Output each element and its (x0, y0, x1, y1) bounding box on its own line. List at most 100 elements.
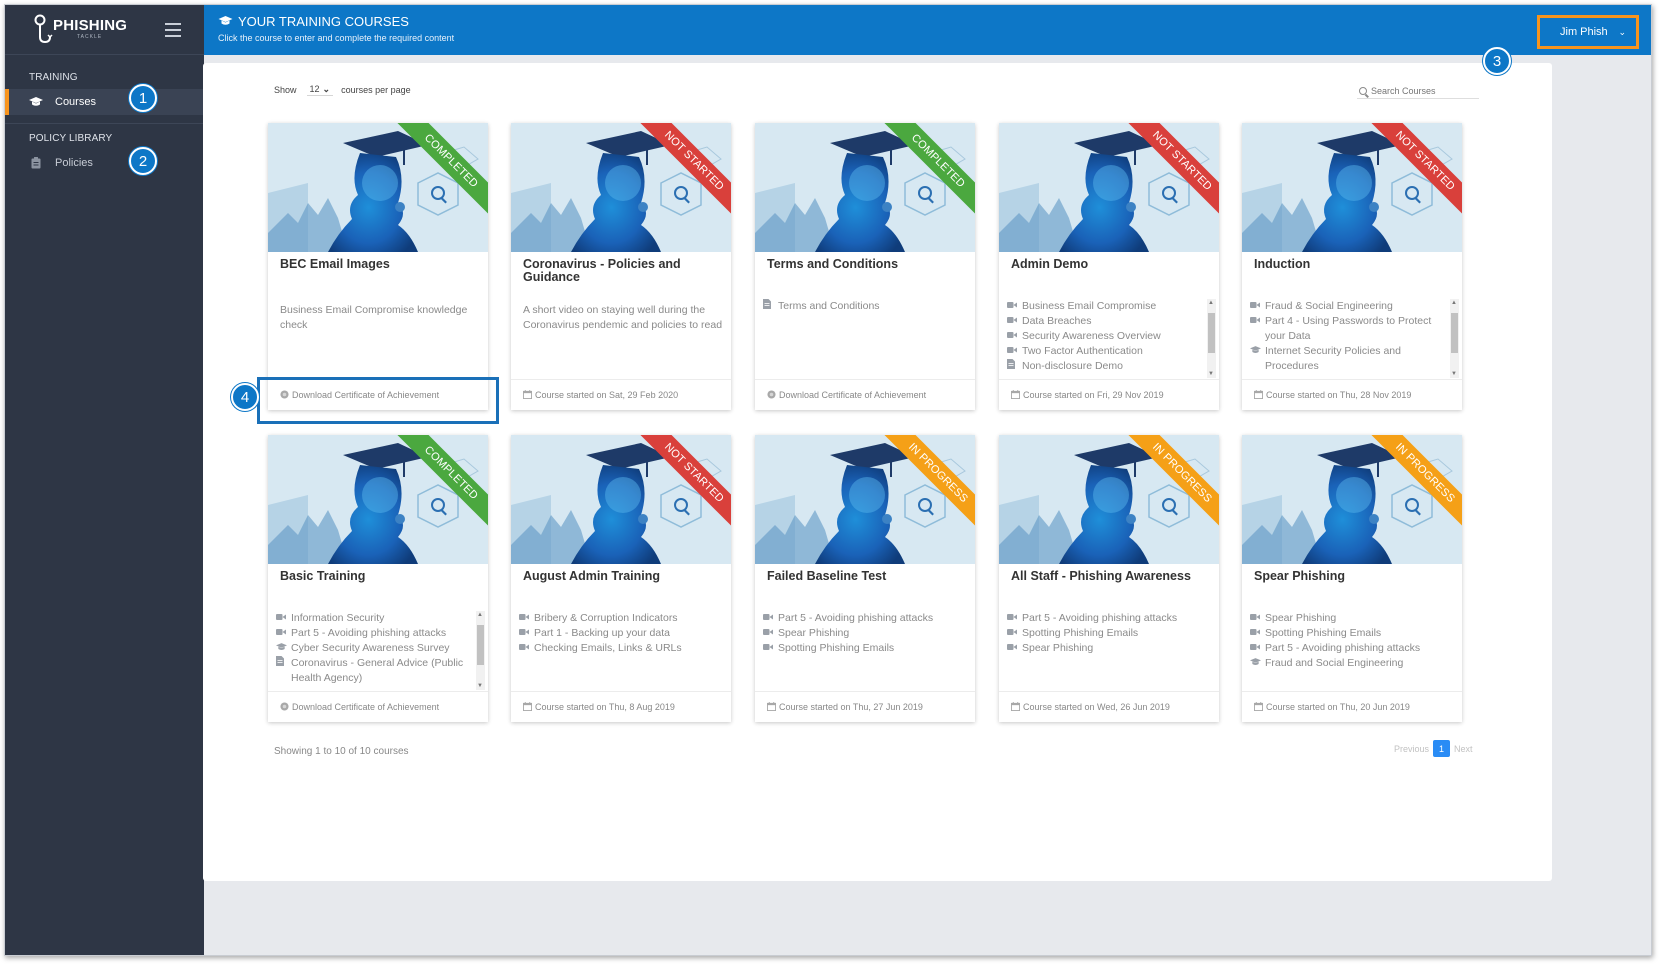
scroll-up-icon[interactable]: ▲ (477, 612, 483, 618)
course-thumbnail-art (268, 435, 488, 564)
list-item[interactable]: Security Awareness Overview (1007, 329, 1205, 344)
course-card[interactable]: IN PROGRESS Failed Baseline Test Part 5 - … (755, 435, 975, 722)
video-icon (1007, 626, 1022, 641)
graduation-cap-icon (29, 97, 43, 107)
course-card[interactable]: COMPLETED BEC Email Images Business Email … (268, 123, 488, 410)
course-thumbnail: COMPLETED (755, 123, 975, 252)
highlight-frame (257, 377, 499, 424)
download-certificate-link[interactable]: Download Certificate of Achievement (268, 691, 488, 722)
scroll-down-icon[interactable]: ▼ (1208, 371, 1214, 377)
page-button-1[interactable]: 1 (1433, 740, 1451, 757)
list-item[interactable]: Part 5 - Avoiding phishing attacks (763, 611, 961, 626)
video-icon (1007, 314, 1022, 329)
list-item[interactable]: Part 5 - Avoiding phishing attacks (276, 626, 474, 641)
chevron-down-icon: ⌄ (322, 84, 331, 94)
course-card[interactable]: NOT STARTED Induction Fraud & Social Engin… (1242, 123, 1462, 410)
list-item[interactable]: Spear Phishing (1250, 611, 1448, 626)
course-card[interactable]: COMPLETED Basic Training Information Secur… (268, 435, 488, 722)
course-start-date: Course started on Thu, 28 Nov 2019 (1242, 379, 1462, 410)
list-item[interactable]: Spotting Phishing Emails (763, 641, 961, 656)
sidebar-item-courses[interactable]: Courses (5, 89, 204, 115)
list-item[interactable]: Two Factor Authentication (1007, 344, 1205, 359)
next-button[interactable]: Next (1454, 744, 1473, 754)
course-card[interactable]: NOT STARTED Admin Demo Business Email Comp… (999, 123, 1219, 410)
search-icon (1359, 86, 1367, 95)
course-card[interactable]: NOT STARTED August Admin Training Bribery … (511, 435, 731, 722)
list-item[interactable]: Part 5 - Avoiding phishing attacks (1250, 641, 1448, 656)
scroll-thumb[interactable] (1208, 313, 1215, 353)
list-item[interactable]: Part 5 - Avoiding phishing attacks (1007, 611, 1205, 626)
list-item[interactable]: Information Security (276, 611, 474, 626)
course-card[interactable]: IN PROGRESS All Staff - Phishing Awarenes… (999, 435, 1219, 722)
scroll-thumb[interactable] (1451, 313, 1458, 353)
list-scrollbar[interactable]: ▲ ▼ (476, 611, 485, 690)
course-content-list: Fraud & Social Engineering Part 4 - Using… (1250, 299, 1448, 378)
list-item[interactable]: Bribery & Corruption Indicators (519, 611, 717, 626)
list-item[interactable]: Part 1 - Backing up your data (519, 626, 717, 641)
list-item[interactable]: Fraud and Social Engineering (1250, 656, 1448, 671)
list-item[interactable]: Spotting Phishing Emails (1007, 626, 1205, 641)
list-item[interactable]: Internet Security Policies and Procedure… (1250, 344, 1448, 374)
list-item-text: Data Breaches (1022, 315, 1092, 327)
course-thumbnail-art (755, 123, 975, 252)
page-title: YOUR TRAINING COURSES (218, 14, 409, 29)
scroll-up-icon[interactable]: ▲ (1208, 300, 1214, 306)
course-thumbnail: COMPLETED (268, 123, 488, 252)
course-title: August Admin Training (523, 569, 661, 583)
course-card[interactable]: IN PROGRESS Spear Phishing Spear Phishing S… (1242, 435, 1462, 722)
hamburger-menu-icon[interactable] (165, 23, 181, 37)
list-item[interactable]: Terms and Conditions (763, 299, 961, 314)
list-item[interactable]: Checking Emails, Links & URLs (519, 641, 717, 656)
video-icon (1250, 314, 1265, 344)
previous-button[interactable]: Previous (1394, 744, 1429, 754)
video-icon (1007, 641, 1022, 656)
app-window: PHISHING TACKLE TRAINING Courses POLICY … (4, 4, 1652, 956)
list-item-text: Non-disclosure Demo (1022, 360, 1123, 372)
logo-text: PHISHING (53, 17, 128, 34)
list-item[interactable]: Spear Phishing (1007, 641, 1205, 656)
course-thumbnail-art (511, 123, 731, 252)
list-scrollbar[interactable]: ▲ ▼ (1450, 299, 1459, 378)
list-item[interactable]: Business Email Compromise (1007, 299, 1205, 314)
scroll-down-icon[interactable]: ▼ (1451, 371, 1457, 377)
course-description: A short video on staying well during the… (523, 304, 723, 331)
scroll-down-icon[interactable]: ▼ (477, 683, 483, 689)
video-icon (763, 626, 778, 641)
search-input[interactable] (1371, 85, 1471, 96)
footer-text: Course started on Thu, 8 Aug 2019 (535, 702, 675, 712)
sidebar-item-label: Policies (55, 157, 93, 169)
list-item[interactable]: Spotting Phishing Emails (1250, 626, 1448, 641)
video-icon (519, 611, 534, 626)
course-thumbnail-art (1242, 123, 1462, 252)
list-item[interactable]: Data Breaches (1007, 314, 1205, 329)
list-scrollbar[interactable]: ▲ ▼ (1207, 299, 1216, 378)
per-page-select[interactable]: 12 ⌄ (306, 84, 334, 96)
list-item[interactable]: Cyber Security Awareness Survey (276, 641, 474, 656)
course-thumbnail-art (1242, 435, 1462, 564)
course-card[interactable]: COMPLETED Terms and Conditions Terms and C… (755, 123, 975, 410)
video-icon (519, 626, 534, 641)
list-item-text: Cyber Security Awareness Survey (291, 642, 450, 654)
section-label-training: TRAINING (29, 72, 78, 83)
video-icon (276, 626, 291, 641)
calendar-icon (1254, 701, 1263, 713)
video-icon (1250, 611, 1265, 626)
list-item[interactable]: Non-disclosure Demo (1007, 359, 1205, 374)
course-card[interactable]: NOT STARTED Coronavirus - Policies and Gu… (511, 123, 731, 410)
download-certificate-link[interactable]: Download Certificate of Achievement (755, 379, 975, 410)
scroll-thumb[interactable] (477, 625, 484, 665)
footer-text: Course started on Wed, 26 Jun 2019 (1023, 702, 1170, 712)
list-item[interactable]: Coronavirus - General Advice (Public Hea… (276, 656, 474, 686)
list-item[interactable]: Spear Phishing (763, 626, 961, 641)
sidebar-item-policies[interactable]: Policies (5, 150, 204, 176)
list-item[interactable]: Part 4 - Using Passwords to Protect your… (1250, 314, 1448, 344)
video-icon (519, 641, 534, 656)
page-size-control: Show 12 ⌄ courses per page (274, 84, 411, 96)
list-item-text: Spear Phishing (1265, 612, 1337, 624)
scroll-up-icon[interactable]: ▲ (1451, 300, 1457, 306)
list-item-text: Spear Phishing (778, 627, 850, 639)
video-icon (1250, 299, 1265, 314)
user-menu-button[interactable]: Jim Phish ⌄ (1537, 15, 1639, 49)
list-item-text: Part 5 - Avoiding phishing attacks (1022, 612, 1178, 624)
list-item[interactable]: Fraud & Social Engineering (1250, 299, 1448, 314)
